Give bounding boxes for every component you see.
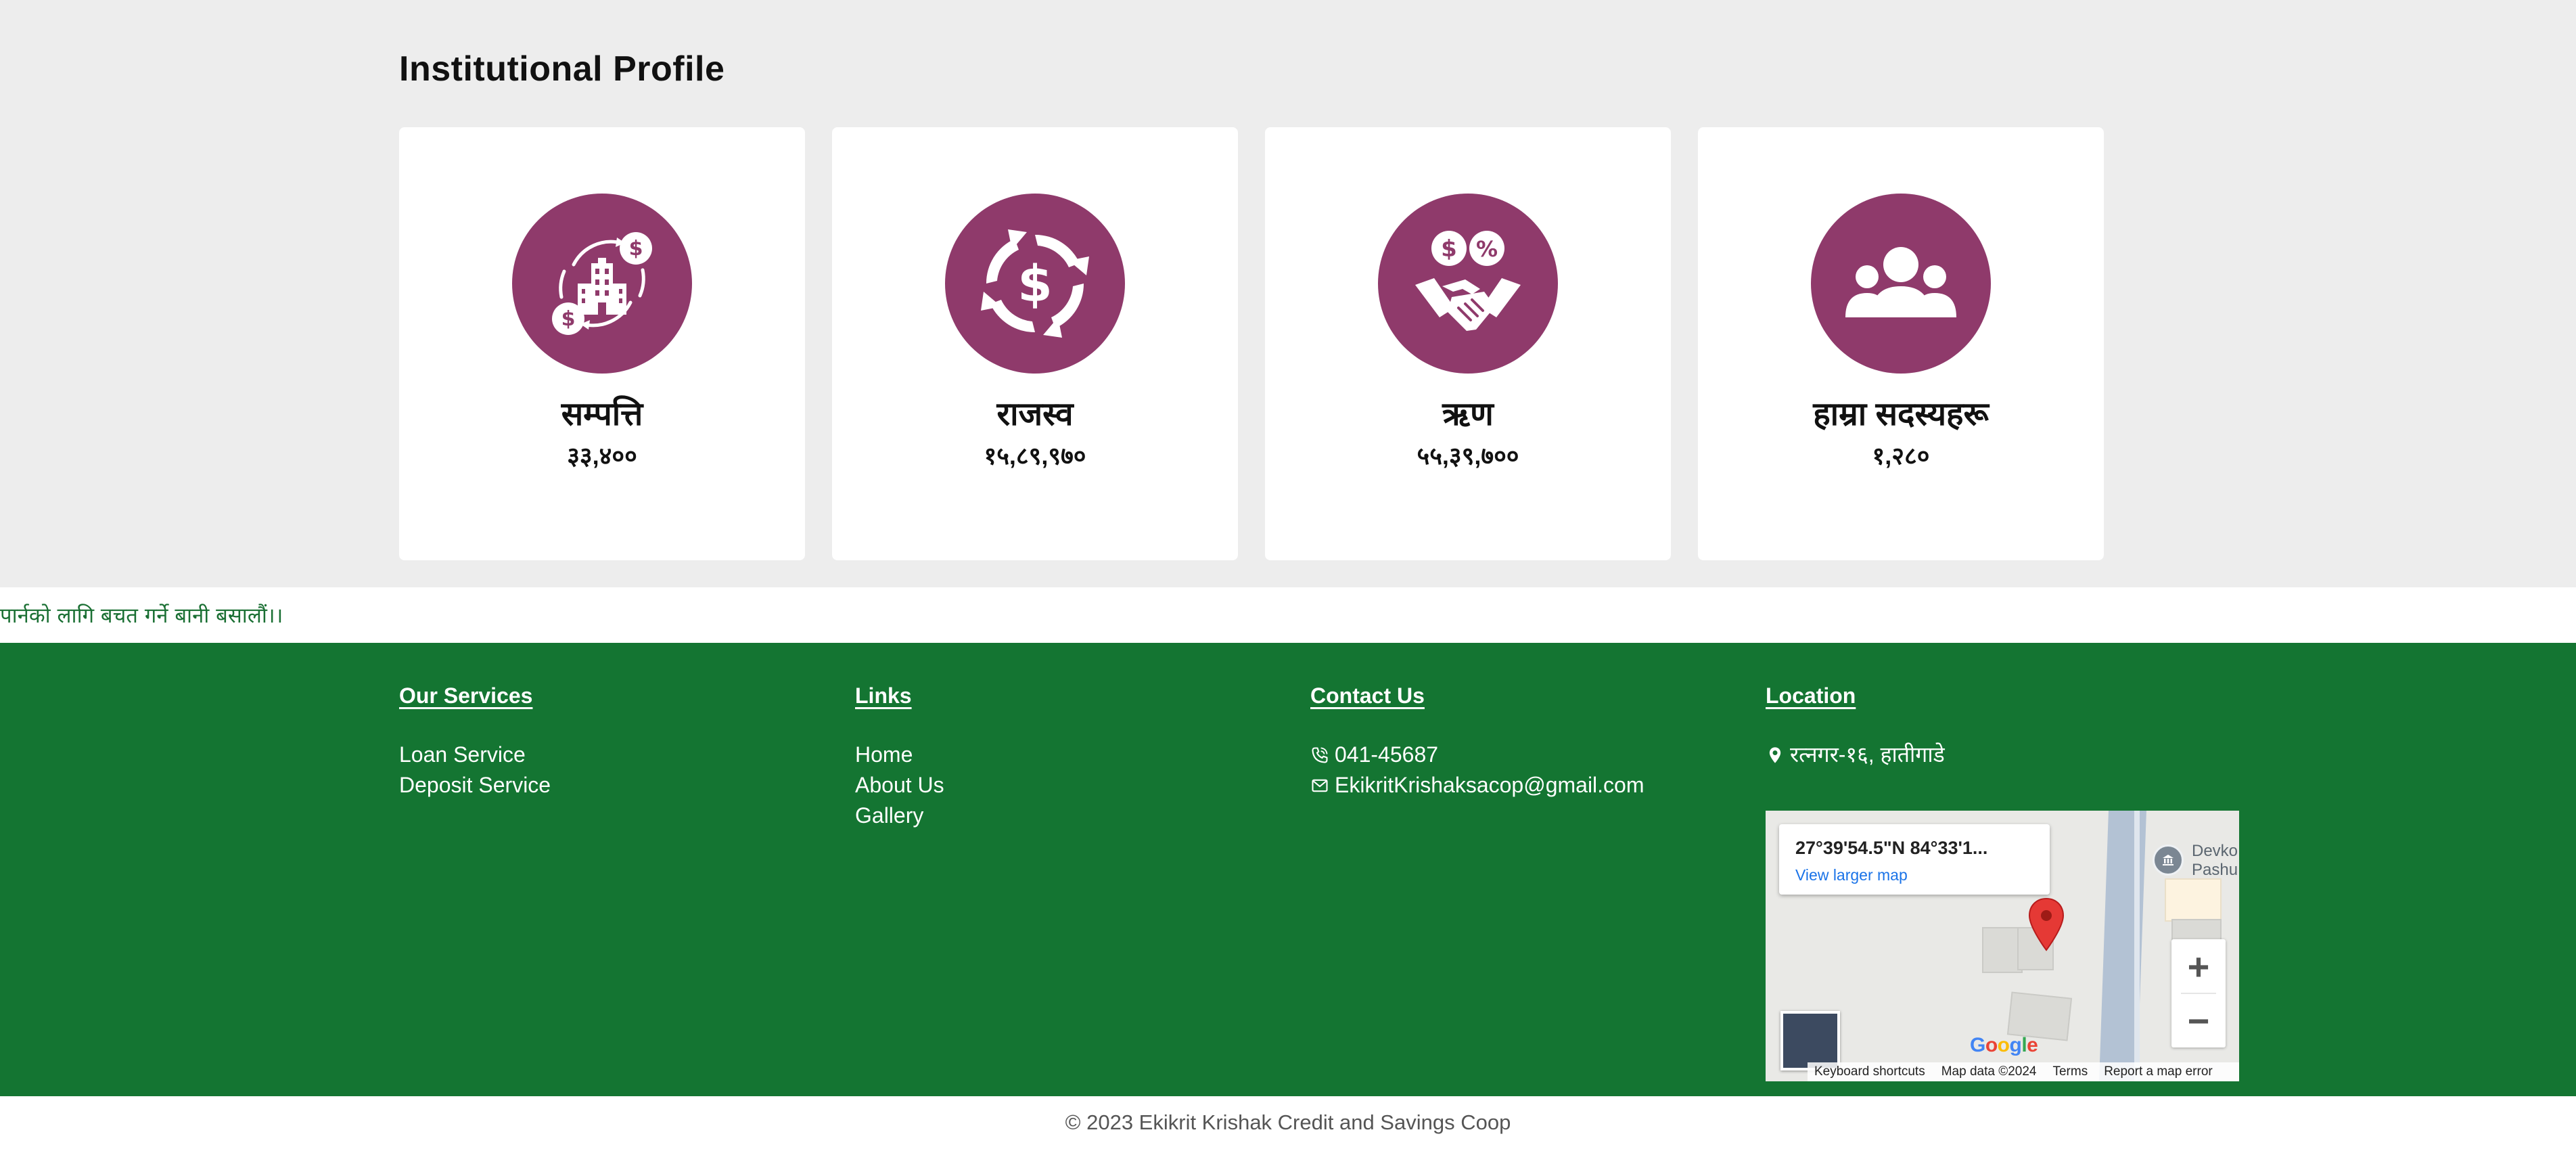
map-attribution-bar: Keyboard shortcuts Map data ©2024 Terms … <box>1808 1062 2239 1081</box>
institutional-profile-section: Institutional Profile $ $ सम्पत्ति ३३,४०… <box>0 0 2576 587</box>
zoom-out-button[interactable]: − <box>2171 993 2226 1047</box>
map-building <box>1982 927 2023 973</box>
map-coordinates: 27°39'54.5"N 84°33'1... <box>1795 838 1988 858</box>
copyright-text: © 2023 Ekikrit Krishak Credit and Saving… <box>1065 1110 1511 1134</box>
card-icon-circle <box>1811 194 1991 374</box>
contact-phone[interactable]: 041-45687 <box>1310 740 1743 770</box>
profile-card-members: हाम्रा सदस्यहरू १,२८० <box>1698 127 2104 560</box>
copyright-bar: © 2023 Ekikrit Krishak Credit and Saving… <box>0 1096 2576 1149</box>
card-icon-circle: $ <box>945 194 1125 374</box>
map-zoom-controls: + − <box>2171 939 2226 1047</box>
dollar-cycle-icon: $ <box>981 229 1089 338</box>
phone-icon <box>1312 746 1328 763</box>
bank-icon <box>2163 855 2174 865</box>
card-value: ५५,३९,७०० <box>1417 442 1519 470</box>
footer-link-gallery[interactable]: Gallery <box>855 801 1288 831</box>
service-link-loan[interactable]: Loan Service <box>399 740 832 770</box>
map-poi-label-line: Devko <box>2192 842 2238 860</box>
card-value: १५,८९,९७० <box>984 442 1086 470</box>
profile-card-loan: $ % ऋण ५५,३९,७०० <box>1265 127 1671 560</box>
profile-card-revenue: $ राजस्व १५,८९,९७० <box>832 127 1238 560</box>
services-heading: Our Services <box>399 683 533 708</box>
location-heading: Location <box>1766 683 1856 708</box>
card-icon-circle: $ % <box>1378 194 1558 374</box>
contact-email-text: EkikritKrishaksacop@gmail.com <box>1335 773 1644 797</box>
zoom-in-button[interactable]: + <box>2171 939 2226 993</box>
map-poi-icon[interactable] <box>2153 844 2184 876</box>
map-satellite-toggle[interactable] <box>1780 1011 1840 1071</box>
svg-text:%: % <box>1476 236 1498 262</box>
keyboard-shortcuts-link[interactable]: Keyboard shortcuts <box>1814 1064 1925 1079</box>
card-title: राजस्व <box>996 397 1074 432</box>
map-poi-label-line: Pashu <box>2192 861 2238 879</box>
members-group-icon <box>1845 247 1956 317</box>
building-money-cycle-icon: $ $ <box>552 232 652 335</box>
map-info-card: 27°39'54.5"N 84°33'1... View larger map <box>1779 824 2050 895</box>
profile-card-assets: $ $ सम्पत्ति ३३,४०० <box>399 127 805 560</box>
google-logo: Google <box>1970 1034 2038 1056</box>
terms-link[interactable]: Terms <box>2052 1064 2088 1079</box>
card-title: हाम्रा सदस्यहरू <box>1813 397 1989 432</box>
ticker-text: पार्नको लागि बचत गर्ने बानी बसालौं।। <box>0 604 283 628</box>
handshake-loan-icon: $ % <box>1415 231 1521 331</box>
view-larger-map-link[interactable]: View larger map <box>1795 866 1908 884</box>
map-data-text: Map data ©2024 <box>1941 1064 2037 1079</box>
card-title: सम्पत्ति <box>561 397 643 432</box>
footer-services: Our Services Loan Service Deposit Servic… <box>399 683 832 801</box>
card-title: ऋण <box>1442 397 1494 432</box>
site-footer: Our Services Loan Service Deposit Servic… <box>0 643 2576 1096</box>
footer-location: Location रत्नगर-१६, हातीगाडे 27°39'54.5"… <box>1766 683 2239 1089</box>
svg-text:$: $ <box>629 237 643 261</box>
contact-heading: Contact Us <box>1310 683 1425 708</box>
footer-link-home[interactable]: Home <box>855 740 1288 770</box>
contact-email[interactable]: EkikritKrishaksacop@gmail.com <box>1310 770 1743 801</box>
map-building <box>2165 878 2222 922</box>
footer-link-about-us[interactable]: About Us <box>855 770 1288 801</box>
service-link-deposit[interactable]: Deposit Service <box>399 770 832 801</box>
section-title: Institutional Profile <box>399 49 725 89</box>
contact-phone-text: 041-45687 <box>1335 742 1439 767</box>
card-icon-circle: $ $ <box>512 194 692 374</box>
card-value: १,२८० <box>1872 442 1930 470</box>
footer-contact: Contact Us 041-45687 EkikritKrishaksacop… <box>1310 683 1743 801</box>
map-marker-pin-icon[interactable] <box>2027 897 2066 951</box>
map-poi-label[interactable]: Devko Pashu <box>2192 842 2238 880</box>
svg-text:$: $ <box>1017 255 1053 313</box>
embedded-google-map[interactable]: 27°39'54.5"N 84°33'1... View larger map … <box>1766 811 2239 1081</box>
marquee-ticker: पार्नको लागि बचत गर्ने बानी बसालौं।। <box>0 587 2576 643</box>
footer-links: Links Home About Us Gallery <box>855 683 1288 831</box>
mail-icon <box>1312 779 1328 792</box>
card-value: ३३,४०० <box>567 442 637 470</box>
location-pin-icon <box>1769 746 1781 763</box>
location-address: रत्नगर-१६, हातीगाडे <box>1766 740 2239 770</box>
report-map-error-link[interactable]: Report a map error <box>2104 1064 2213 1079</box>
map-road-edge <box>2134 811 2140 1081</box>
location-address-text: रत्नगर-१६, हातीगाडे <box>1790 742 1945 767</box>
links-heading: Links <box>855 683 912 708</box>
svg-text:$: $ <box>561 307 576 331</box>
svg-text:$: $ <box>1441 235 1457 263</box>
